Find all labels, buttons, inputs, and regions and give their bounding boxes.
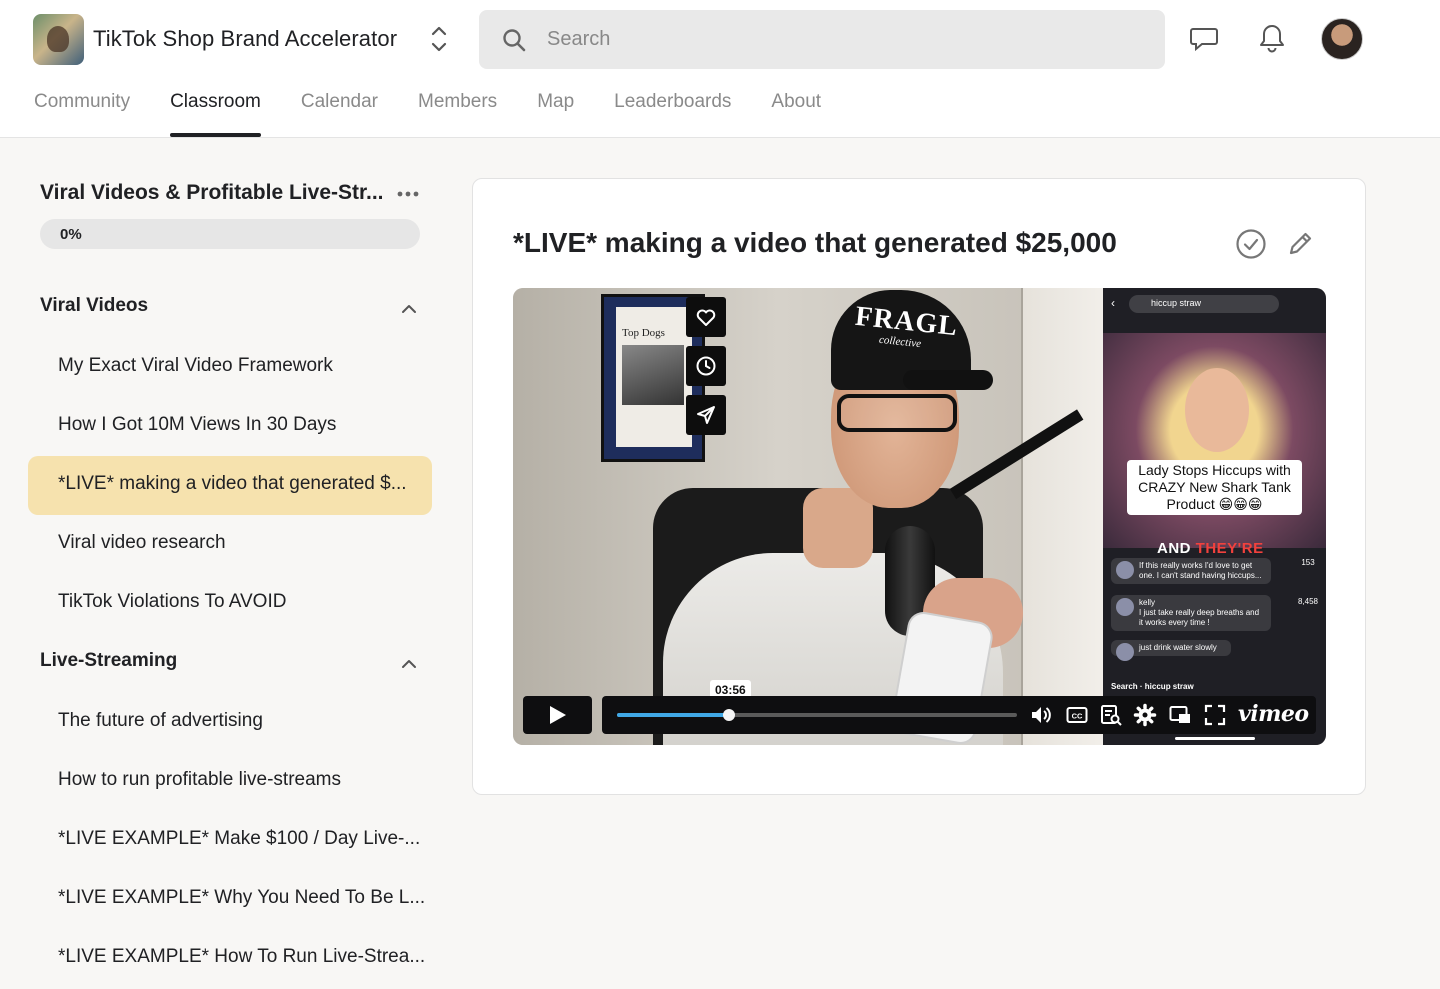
newspaper-photo (622, 345, 684, 405)
lesson-item[interactable]: *LIVE EXAMPLE* How To Run Live-Strea... (28, 929, 432, 988)
top-header: TikTok Shop Brand Accelerator Community … (0, 0, 1440, 138)
lesson-label: TikTok Violations To AVOID (58, 591, 287, 612)
lesson-item[interactable]: The future of advertising (28, 693, 432, 752)
scrub-fill (617, 713, 729, 717)
banner-white: AND (1157, 540, 1196, 557)
heart-icon (696, 309, 716, 326)
course-sidebar: Viral Videos & Profitable Live-Str... 0%… (0, 139, 450, 989)
lesson-label: *LIVE EXAMPLE* How To Run Live-Strea... (58, 946, 426, 967)
check-circle-icon[interactable] (1234, 227, 1268, 261)
more-options-icon[interactable] (395, 185, 421, 203)
share-button[interactable] (686, 395, 726, 435)
tab-classroom[interactable]: Classroom (170, 90, 261, 137)
lesson-item[interactable]: *LIVE EXAMPLE* Why You Need To Be L... (28, 870, 432, 929)
play-button[interactable] (523, 696, 592, 734)
lesson-label: How to run profitable live-streams (58, 769, 341, 790)
cap-brim (903, 370, 993, 390)
comment-text: I just take really deep breaths and it w… (1139, 608, 1260, 627)
tab-leaderboards[interactable]: Leaderboards (614, 90, 731, 137)
play-icon (550, 706, 566, 724)
lesson-title: *LIVE* making a video that generated $25… (513, 227, 1117, 258)
search-icon (503, 29, 526, 52)
user-avatar[interactable] (1321, 18, 1363, 60)
lesson-label: The future of advertising (58, 710, 263, 731)
tab-about[interactable]: About (771, 90, 821, 137)
like-button[interactable] (686, 297, 726, 337)
scrub-knob[interactable] (723, 709, 735, 721)
fullscreen-icon[interactable] (1203, 703, 1227, 727)
chevron-up-icon[interactable] (399, 654, 419, 674)
progress-label: 0% (60, 226, 82, 243)
newspaper: Top Dogs (616, 307, 692, 447)
search-input[interactable] (547, 22, 1127, 56)
back-icon: ‹ (1111, 296, 1115, 310)
lesson-label: Viral video research (58, 532, 226, 553)
lesson-card: *LIVE* making a video that generated $25… (472, 178, 1366, 795)
video-door (1021, 288, 1105, 745)
save-count: 8,458 (1297, 597, 1319, 606)
tiktok-comment: kelly I just take really deep breaths and… (1111, 595, 1271, 631)
svg-text:CC: CC (1072, 712, 1083, 721)
section-header-viral-videos[interactable]: Viral Videos (40, 295, 425, 325)
tiktok-caption: Lady Stops Hiccups with CRAZY New Shark … (1127, 460, 1302, 515)
player-controls: CC vimeo (602, 696, 1316, 734)
lesson-item[interactable]: Viral video research (28, 515, 432, 574)
vimeo-logo[interactable]: vimeo (1238, 701, 1309, 727)
lesson-item[interactable]: TikTok Violations To AVOID (28, 574, 432, 633)
chevron-up-icon[interactable] (399, 299, 419, 319)
lesson-label: *LIVE* making a video that generated $..… (58, 473, 407, 494)
glasses (837, 394, 957, 432)
tiktok-banner: AND THEY'RE (1157, 540, 1264, 557)
home-indicator (1175, 737, 1255, 740)
tiktok-face (1185, 368, 1249, 452)
captions-icon[interactable]: CC (1065, 703, 1089, 727)
progress-scrubber[interactable] (617, 709, 1017, 721)
tiktok-screen: ‹ hiccup straw Lady Stops Hiccups with C… (1103, 288, 1326, 745)
newspaper-headline: Top Dogs (622, 327, 665, 339)
transcript-icon[interactable] (1099, 703, 1123, 727)
lesson-item[interactable]: My Exact Viral Video Framework (28, 338, 432, 397)
lesson-item-active[interactable]: *LIVE* making a video that generated $..… (28, 456, 432, 515)
tab-members[interactable]: Members (418, 90, 497, 137)
lesson-label: How I Got 10M Views In 30 Days (58, 414, 337, 435)
group-logo[interactable] (33, 14, 84, 65)
section-title: Live-Streaming (40, 650, 178, 671)
tab-map[interactable]: Map (537, 90, 574, 137)
video-frame: Top Dogs FRAGL collective ‹ hiccup straw (513, 288, 1326, 745)
chat-icon[interactable] (1188, 22, 1220, 54)
clock-icon (696, 356, 716, 376)
banner-red: THEY'RE (1195, 540, 1264, 557)
lesson-label: *LIVE EXAMPLE* Make $100 / Day Live-... (58, 828, 421, 849)
tiktok-search-text: hiccup straw (1151, 298, 1202, 308)
group-name[interactable]: TikTok Shop Brand Accelerator (93, 26, 397, 52)
lesson-label: *LIVE EXAMPLE* Why You Need To Be L... (58, 887, 426, 908)
picture-in-picture-icon[interactable] (1168, 703, 1192, 727)
course-title: Viral Videos & Profitable Live-Str... (40, 181, 384, 204)
tab-community[interactable]: Community (34, 90, 130, 137)
video-player[interactable]: Top Dogs FRAGL collective ‹ hiccup straw (513, 288, 1326, 745)
pencil-icon[interactable] (1283, 227, 1317, 261)
section-header-live-streaming[interactable]: Live-Streaming (40, 650, 425, 680)
lesson-item[interactable]: How I Got 10M Views In 30 Days (28, 397, 432, 456)
chevron-up-down-icon[interactable] (424, 22, 454, 56)
watch-later-button[interactable] (686, 346, 726, 386)
tiktok-comment: just drink water slowly (1111, 640, 1231, 661)
send-icon (697, 406, 715, 424)
nav-tabs: Community Classroom Calendar Members Map… (34, 90, 861, 138)
bell-icon[interactable] (1256, 22, 1288, 54)
settings-gear-icon[interactable] (1133, 703, 1157, 727)
lesson-item[interactable]: How to run profitable live-streams (28, 752, 432, 811)
tab-calendar[interactable]: Calendar (301, 90, 378, 137)
comment-user: kelly (1139, 598, 1156, 607)
tiktok-search: hiccup straw (1129, 295, 1279, 313)
tiktok-bottom-search: Search · hiccup straw (1111, 682, 1194, 691)
tiktok-comment: If this really works I'd love to get one… (1111, 558, 1271, 584)
lesson-item[interactable]: *LIVE EXAMPLE* Make $100 / Day Live-... (28, 811, 432, 870)
course-progress-bar: 0% (40, 219, 420, 249)
search-bar[interactable] (479, 10, 1165, 69)
section-title: Viral Videos (40, 295, 149, 316)
lesson-label: My Exact Viral Video Framework (58, 355, 333, 376)
comment-count: 153 (1301, 558, 1315, 567)
volume-icon[interactable] (1029, 703, 1053, 727)
